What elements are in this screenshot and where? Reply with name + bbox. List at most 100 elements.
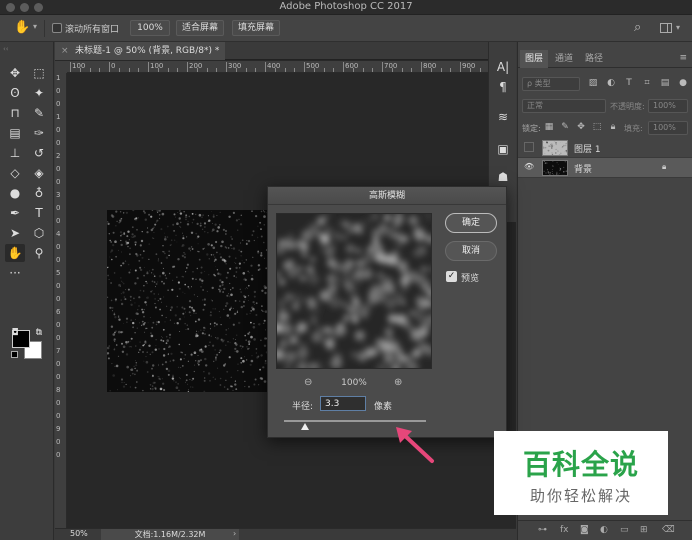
smart-object-filter-icon[interactable]: ▤ (660, 78, 670, 88)
panel-menu-icon[interactable]: ≡ (679, 53, 687, 63)
filter-toggle-icon[interactable]: ● (678, 78, 688, 88)
cancel-button[interactable]: 取消 (445, 241, 497, 261)
brush-tool-icon[interactable]: ✑ (29, 124, 49, 142)
image-filter-icon[interactable]: ▨ (588, 78, 598, 88)
eraser-tool-icon[interactable]: ◇ (5, 164, 25, 182)
tab-channels[interactable]: 通道 (550, 50, 578, 68)
noise-speck (189, 343, 191, 345)
noise-speck (171, 377, 175, 380)
crop-tool-icon[interactable]: ⊓ (5, 104, 25, 122)
quick-mask-icon[interactable]: ◘ (5, 324, 25, 342)
chevron-right-icon[interactable]: › (233, 529, 236, 538)
mask-icon[interactable]: ◙ (580, 525, 589, 535)
people-icon[interactable]: ☗ (494, 168, 512, 186)
lasso-tool-icon[interactable]: ʘ (5, 84, 25, 102)
horizontal-ruler[interactable]: 100 0 100 200 300 400 500 600 700 800 900 (67, 61, 516, 73)
layers-stack-icon[interactable]: ≋ (494, 108, 512, 126)
radius-slider-track[interactable] (284, 420, 426, 422)
zoom-in-icon[interactable]: ⊕ (394, 377, 402, 388)
lock-transparency-icon[interactable]: ▦ (544, 122, 554, 132)
new-layer-icon[interactable]: ⊞ (640, 525, 648, 535)
clone-stamp-tool-icon[interactable]: ⊥ (5, 144, 25, 162)
blend-mode-select[interactable]: 正常 (522, 99, 606, 113)
watermark: 百科全说 助你轻松解决 (494, 431, 668, 515)
lock-pixels-icon[interactable]: ✎ (560, 122, 570, 132)
trash-icon[interactable]: ⌫ (662, 525, 675, 535)
magic-wand-tool-icon[interactable]: ✦ (29, 84, 49, 102)
eyedropper-tool-icon[interactable]: ✎ (29, 104, 49, 122)
screen-mode-icon[interactable]: ⧉ (29, 324, 49, 342)
filter-kind-select[interactable]: ρ 类型 (522, 77, 580, 91)
shape-tool-icon[interactable]: ⬡ (29, 224, 49, 242)
scroll-all-windows-checkbox[interactable] (52, 23, 62, 33)
ruler-origin[interactable] (55, 61, 67, 73)
fill-screen-button[interactable]: 填充屏幕 (232, 20, 280, 36)
workspace-icon[interactable] (660, 23, 672, 33)
more-tools-icon[interactable]: ··· (5, 264, 25, 282)
tab-layers[interactable]: 图层 (520, 50, 548, 68)
zoom-level[interactable]: 50% (70, 529, 88, 538)
blur-tool-icon[interactable]: ● (5, 184, 25, 202)
dialog-title[interactable]: 高斯模糊 (268, 187, 506, 205)
tab-paths[interactable]: 路径 (580, 50, 608, 68)
close-tab-icon[interactable]: × (61, 42, 69, 60)
vertical-ruler[interactable]: 1 0 0 1 0 0 2 0 0 3 0 0 4 0 0 5 0 0 6 0 0 7 0 0 8 0 0 9 0 0 (55, 73, 67, 528)
panel-collapse-icon[interactable]: ‹‹ (3, 45, 9, 53)
preview-checkbox[interactable]: ✓ (446, 271, 457, 282)
pen-tool-icon[interactable]: ✒ (5, 204, 25, 222)
lock-all-icon[interactable]: 🔒︎ (608, 122, 618, 132)
chevron-down-icon[interactable]: ▾ (676, 23, 680, 32)
type-tool-icon[interactable]: T (29, 204, 49, 222)
healing-brush-tool-icon[interactable]: ▤ (5, 124, 25, 142)
group-icon[interactable]: ▭ (620, 525, 629, 535)
noise-speck (136, 228, 138, 231)
move-tool-icon[interactable]: ✥ (5, 64, 25, 82)
noise-speck (285, 293, 293, 301)
shape-filter-icon[interactable]: ⌗ (642, 78, 652, 88)
hand-tool-icon[interactable]: ✋ (5, 244, 25, 262)
lock-artboard-icon[interactable]: ⬚ (592, 122, 602, 132)
zoom-100-button[interactable]: 100% (130, 20, 170, 36)
noise-speck (182, 291, 184, 293)
eye-icon[interactable]: 👁︎ (524, 162, 534, 172)
adjustment-icon[interactable]: ◐ (600, 525, 608, 535)
character-panel-icon[interactable]: A| (494, 58, 512, 76)
visibility-toggle[interactable] (524, 142, 534, 152)
document-tab[interactable]: × 未标题-1 @ 50% (背景, RGB/8*) * (55, 42, 225, 60)
zoom-tool-icon[interactable]: ⚲ (29, 244, 49, 262)
lock-position-icon[interactable]: ✥ (576, 122, 586, 132)
noise-speck (197, 296, 199, 297)
radius-input[interactable] (320, 396, 366, 411)
chevron-down-icon[interactable]: ▾ (33, 22, 37, 31)
marquee-tool-icon[interactable]: ⬚ (29, 64, 49, 82)
path-selection-tool-icon[interactable]: ➤ (5, 224, 25, 242)
link-icon[interactable]: ⊶ (538, 525, 547, 535)
libraries-icon[interactable]: ▣ (494, 140, 512, 158)
noise-speck (546, 169, 548, 171)
radius-slider-knob[interactable] (301, 423, 310, 430)
document-info[interactable]: 文档:1.16M/2.32M (101, 529, 239, 540)
paint-bucket-tool-icon[interactable]: ◈ (29, 164, 49, 182)
fx-icon[interactable]: fx (560, 525, 569, 535)
fit-screen-button[interactable]: 适合屏幕 (176, 20, 224, 36)
type-filter-icon[interactable]: T (624, 78, 634, 88)
history-brush-tool-icon[interactable]: ↺ (29, 144, 49, 162)
layer-row[interactable]: 👁︎ 背景 🔒︎ (518, 158, 692, 178)
dodge-tool-icon[interactable]: ♁ (29, 184, 49, 202)
adjustment-filter-icon[interactable]: ◐ (606, 78, 616, 88)
opacity-field[interactable]: 100% (648, 99, 688, 113)
fill-field[interactable]: 100% (648, 121, 688, 135)
document-image[interactable] (107, 210, 267, 392)
hand-icon[interactable]: ✋ (14, 20, 32, 36)
blur-preview[interactable] (276, 213, 432, 369)
search-icon[interactable]: ⌕ (634, 20, 641, 35)
ok-button[interactable]: 确定 (445, 213, 497, 233)
default-colors-icon[interactable] (11, 351, 18, 358)
paragraph-panel-icon[interactable]: ¶ (494, 78, 512, 96)
document-tab-bar: × 未标题-1 @ 50% (背景, RGB/8*) * (55, 42, 516, 60)
noise-speck (181, 351, 183, 354)
layer-row[interactable]: 图层 1 (518, 138, 692, 158)
noise-speck (220, 244, 223, 248)
noise-speck (215, 337, 216, 339)
noise-speck (158, 214, 161, 216)
